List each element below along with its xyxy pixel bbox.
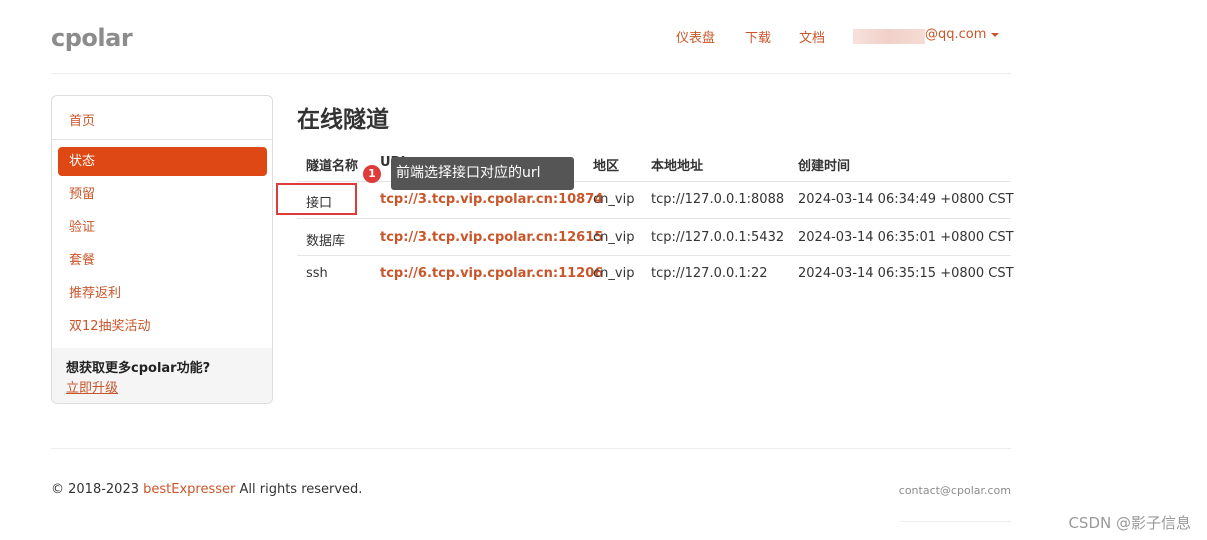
tunnel-url-link[interactable]: tcp://3.tcp.vip.cpolar.cn:10874 <box>380 192 603 207</box>
cpolar-logo[interactable]: cpolar <box>51 24 133 52</box>
sidebar-item-referral[interactable]: 推荐返利 <box>58 279 267 308</box>
page-title: 在线隧道 <box>297 107 389 133</box>
brand-link[interactable]: bestExpresser <box>143 482 235 497</box>
account-email: @qq.com <box>925 27 987 42</box>
column-header-region: 地区 <box>593 159 620 174</box>
nav-dashboard-link[interactable]: 仪表盘 <box>676 27 715 46</box>
tunnel-created-time: 2024-03-14 06:34:49 +0800 CST <box>798 192 1014 207</box>
watermark: CSDN @影子信息 <box>1068 514 1191 532</box>
sidebar-item-status[interactable]: 状态 <box>58 147 267 176</box>
caret-down-icon <box>991 32 1000 37</box>
tunnel-local-address: tcp://127.0.0.1:5432 <box>651 230 785 245</box>
sidebar: 首页 状态 预留 验证 套餐 推荐返利 双12抽奖活动 想获取更多cpolar功… <box>51 95 273 404</box>
sidebar-item-lottery[interactable]: 双12抽奖活动 <box>58 312 267 341</box>
account-menu[interactable]: @qq.com <box>925 27 1000 42</box>
tunnel-region: cn_vip <box>593 230 635 245</box>
tunnel-name: ssh <box>306 266 328 281</box>
header-divider <box>51 73 1011 74</box>
sidebar-item-plans[interactable]: 套餐 <box>58 246 267 275</box>
tunnel-created-time: 2024-03-14 06:35:15 +0800 CST <box>798 266 1014 281</box>
column-header-local: 本地地址 <box>651 159 704 174</box>
tunnel-region: cn_vip <box>593 192 635 207</box>
tunnel-local-address: tcp://127.0.0.1:22 <box>651 266 768 281</box>
table-divider <box>297 218 1011 219</box>
tunnel-url-link[interactable]: tcp://6.tcp.vip.cpolar.cn:11206 <box>380 266 603 281</box>
sidebar-divider <box>52 139 272 140</box>
footer-divider <box>900 521 1011 522</box>
upgrade-promo: 想获取更多cpolar功能? 立即升级 <box>52 348 272 403</box>
promo-title: 想获取更多cpolar功能? <box>66 361 211 376</box>
copyright-prefix: © 2018-2023 <box>51 482 144 497</box>
annotation-step-badge: 1 <box>363 165 381 183</box>
table-divider <box>297 255 1011 256</box>
sidebar-item-home[interactable]: 首页 <box>69 110 95 129</box>
email-redaction <box>853 29 925 44</box>
nav-download-link[interactable]: 下载 <box>745 27 771 46</box>
copyright-suffix: All rights reserved. <box>235 482 363 497</box>
annotation-highlight-box <box>276 183 357 215</box>
tunnel-created-time: 2024-03-14 06:35:01 +0800 CST <box>798 230 1014 245</box>
tunnel-local-address: tcp://127.0.0.1:8088 <box>651 192 785 207</box>
sidebar-item-reserve[interactable]: 预留 <box>58 180 267 209</box>
tunnel-name: 数据库 <box>306 234 346 249</box>
upgrade-link[interactable]: 立即升级 <box>66 377 118 396</box>
tunnel-url-link[interactable]: tcp://3.tcp.vip.cpolar.cn:12615 <box>380 230 603 245</box>
sidebar-item-verify[interactable]: 验证 <box>58 213 267 242</box>
tunnel-region: cn_vip <box>593 266 635 281</box>
footer-divider <box>51 448 1011 449</box>
column-header-name: 隧道名称 <box>306 159 359 174</box>
column-header-created: 创建时间 <box>798 159 851 174</box>
copyright: © 2018-2023 bestExpresser All rights res… <box>51 482 362 497</box>
contact-email: contact@cpolar.com <box>898 484 1011 497</box>
annotation-tooltip: 前端选择接口对应的url <box>391 157 574 190</box>
nav-docs-link[interactable]: 文档 <box>799 27 825 46</box>
